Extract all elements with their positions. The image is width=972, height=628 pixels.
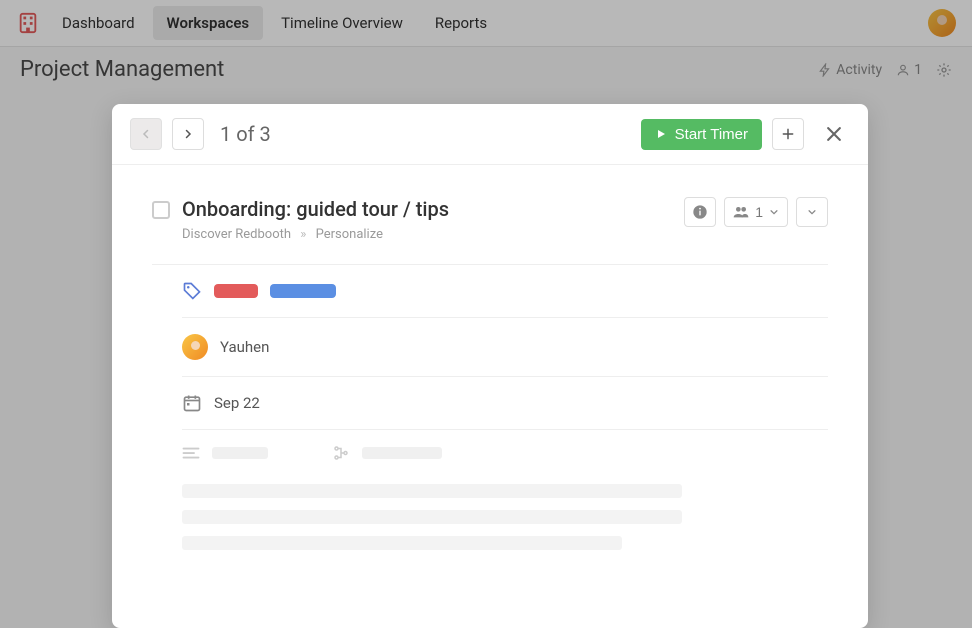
plus-icon [781,127,795,141]
followers-button[interactable]: 1 [724,197,788,227]
assignee-name: Yauhen [220,338,269,356]
close-modal-button[interactable] [818,118,850,150]
chevron-down-icon [807,207,817,217]
tags-row[interactable] [182,265,828,318]
description-placeholder[interactable] [182,484,828,550]
tag-chip-red[interactable] [214,284,258,298]
due-date-text: Sep 22 [214,394,260,412]
prev-task-button[interactable] [130,118,162,150]
close-icon [824,124,844,144]
task-title[interactable]: Onboarding: guided tour / tips [182,197,449,221]
assignee-avatar [182,334,208,360]
task-modal: 1 of 3 Start Timer Onboarding: guided to… [112,104,868,628]
task-counter: 1 of 3 [220,122,271,146]
assignee-row[interactable]: Yauhen [182,318,828,377]
start-timer-label: Start Timer [675,126,748,143]
followers-count: 1 [755,204,763,220]
next-task-button[interactable] [172,118,204,150]
breadcrumb-list[interactable]: Personalize [316,227,383,242]
due-date-row[interactable]: Sep 22 [182,377,828,430]
task-info-button[interactable] [684,197,716,227]
task-complete-checkbox[interactable] [152,201,170,219]
task-title-row: Onboarding: guided tour / tips Discover … [152,197,828,242]
modal-body: Onboarding: guided tour / tips Discover … [112,165,868,550]
breadcrumb-separator: » [300,227,306,242]
tag-chip-blue[interactable] [270,284,336,298]
align-left-icon [182,446,200,460]
subtasks-icon [332,444,350,462]
modal-header: 1 of 3 Start Timer [112,104,868,165]
calendar-icon [182,393,202,413]
meta-placeholder-row [182,430,828,462]
chevron-down-icon [769,207,779,217]
info-icon [692,204,708,220]
people-icon [733,205,749,219]
task-more-button[interactable] [796,197,828,227]
breadcrumb-workspace[interactable]: Discover Redbooth [182,227,291,242]
task-breadcrumb: Discover Redbooth » Personalize [182,227,449,242]
chevron-right-icon [182,128,194,140]
chevron-left-icon [140,128,152,140]
tag-icon [182,281,202,301]
play-icon [655,128,667,140]
add-button[interactable] [772,118,804,150]
start-timer-button[interactable]: Start Timer [641,119,762,150]
